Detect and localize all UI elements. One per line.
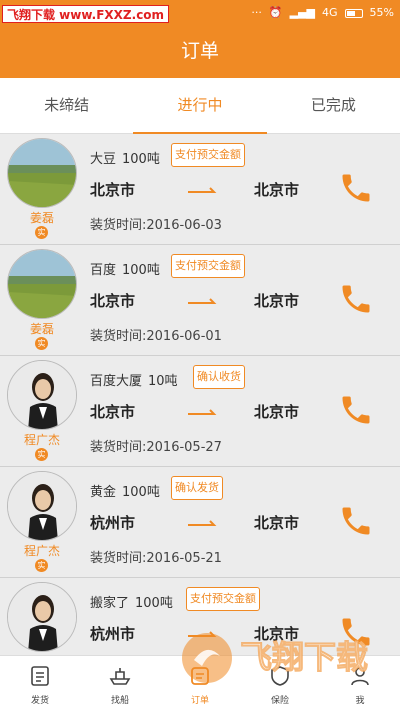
dots-icon: ··· bbox=[251, 6, 262, 19]
origin-city: 杭州市 bbox=[90, 514, 136, 532]
cargo-weight: 100吨 bbox=[122, 485, 160, 500]
arrow-icon bbox=[188, 631, 217, 637]
verified-badge: 实 bbox=[35, 448, 48, 461]
loading-date: 装货时间:2016-06-03 bbox=[90, 218, 222, 233]
order-icon bbox=[191, 667, 209, 685]
cargo-info: 百度大厦 10吨 bbox=[90, 370, 178, 389]
insurance-icon bbox=[271, 666, 289, 686]
origin-city: 杭州市 bbox=[90, 625, 136, 643]
cargo-weight: 100吨 bbox=[122, 152, 160, 167]
battery-level: 55% bbox=[369, 6, 394, 19]
verified-badge: 实 bbox=[35, 337, 48, 350]
action-button[interactable]: 确认发货 bbox=[171, 476, 223, 500]
nav-label: 保险 bbox=[270, 696, 289, 706]
owner-name: 姜磊 bbox=[29, 322, 54, 336]
order-card[interactable]: 程广杰 实 黄金 100吨 确认发货 杭州市 北京市 装货时间:2016-05-2… bbox=[0, 467, 400, 578]
cargo-info: 百度 100吨 bbox=[90, 259, 160, 278]
document-icon bbox=[31, 666, 49, 686]
watermark-badge: 飞翔下载 www.FXXZ.com bbox=[2, 5, 170, 23]
destination-city: 北京市 bbox=[254, 514, 300, 532]
bottom-nav: 发货 找船 订单 保险 我 bbox=[0, 655, 400, 709]
order-card[interactable]: 搬家了 100吨 支付预交金额 杭州市 北京市 bbox=[0, 578, 400, 655]
origin-city: 北京市 bbox=[90, 181, 136, 199]
nav-item-ship-goods[interactable]: 发货 bbox=[0, 656, 80, 709]
battery-icon bbox=[344, 8, 363, 18]
tab-in-progress[interactable]: 进行中 bbox=[133, 78, 267, 134]
order-card[interactable]: 姜磊 实 百度 100吨 支付预交金额 北京市 北京市 装货时间:2016-06-… bbox=[0, 245, 400, 356]
nav-item-orders[interactable]: 订单 bbox=[160, 656, 240, 709]
action-button[interactable]: 确认收货 bbox=[193, 365, 245, 389]
cargo-info: 大豆 100吨 bbox=[90, 148, 160, 167]
user-icon bbox=[351, 667, 369, 686]
tab-unconcluded[interactable]: 未缔结 bbox=[0, 78, 133, 133]
signal-icon: ▂▄▆ bbox=[289, 6, 316, 19]
avatar bbox=[7, 471, 77, 541]
nav-label: 我 bbox=[355, 696, 365, 706]
arrow-icon bbox=[188, 520, 217, 526]
origin-city: 北京市 bbox=[90, 403, 136, 421]
order-list[interactable]: 姜磊 实 大豆 100吨 支付预交金额 北京市 北京市 装货时间:2016-06-… bbox=[0, 134, 400, 655]
nav-item-insurance[interactable]: 保险 bbox=[240, 656, 320, 709]
nav-label: 订单 bbox=[190, 696, 209, 706]
action-button[interactable]: 支付预交金额 bbox=[171, 143, 245, 167]
cargo-info: 搬家了 100吨 bbox=[90, 592, 173, 611]
cargo-name: 搬家了 bbox=[90, 596, 130, 611]
avatar bbox=[7, 582, 77, 652]
cargo-info: 黄金 100吨 bbox=[90, 481, 160, 500]
cargo-name: 黄金 bbox=[90, 485, 117, 500]
cargo-name: 百度 bbox=[90, 263, 117, 278]
cargo-weight: 10吨 bbox=[148, 374, 178, 389]
verified-badge: 实 bbox=[35, 559, 48, 572]
page-title: 订单 bbox=[0, 26, 400, 78]
destination-city: 北京市 bbox=[254, 292, 300, 310]
action-button[interactable]: 支付预交金额 bbox=[171, 254, 245, 278]
avatar bbox=[7, 138, 77, 208]
owner-name: 程广杰 bbox=[23, 433, 60, 447]
cargo-weight: 100吨 bbox=[135, 596, 173, 611]
order-card[interactable]: 程广杰 实 百度大厦 10吨 确认收货 北京市 北京市 装货时间:2016-05-… bbox=[0, 356, 400, 467]
arrow-icon bbox=[188, 187, 217, 193]
arrow-icon bbox=[188, 298, 217, 304]
owner-name: 姜磊 bbox=[29, 211, 54, 225]
cargo-name: 百度大厦 bbox=[90, 374, 143, 389]
phone-icon[interactable] bbox=[338, 281, 374, 317]
avatar bbox=[7, 360, 77, 430]
loading-date: 装货时间:2016-05-21 bbox=[90, 551, 222, 566]
phone-icon[interactable] bbox=[338, 614, 374, 650]
destination-city: 北京市 bbox=[254, 403, 300, 421]
nav-label: 发货 bbox=[30, 696, 49, 706]
action-button[interactable]: 支付预交金额 bbox=[186, 587, 260, 611]
arrow-icon bbox=[188, 409, 217, 415]
avatar bbox=[7, 249, 77, 319]
loading-date: 装货时间:2016-06-01 bbox=[90, 329, 222, 344]
phone-icon[interactable] bbox=[338, 392, 374, 428]
tab-bar: 未缔结 进行中 已完成 bbox=[0, 78, 400, 134]
nav-item-find-ship[interactable]: 找船 bbox=[80, 656, 160, 709]
alarm-icon: ⏰ bbox=[268, 6, 283, 19]
nav-item-me[interactable]: 我 bbox=[320, 656, 400, 709]
network-label: 4G bbox=[322, 6, 338, 19]
phone-icon[interactable] bbox=[338, 503, 374, 539]
order-card[interactable]: 姜磊 实 大豆 100吨 支付预交金额 北京市 北京市 装货时间:2016-06-… bbox=[0, 134, 400, 245]
owner-name: 程广杰 bbox=[23, 544, 60, 558]
cargo-name: 大豆 bbox=[90, 152, 117, 167]
origin-city: 北京市 bbox=[90, 292, 136, 310]
verified-badge: 实 bbox=[35, 226, 48, 239]
status-bar: 飞翔下载 www.FXXZ.com ··· ⏰ ▂▄▆ 4G 55% bbox=[0, 0, 400, 26]
tab-completed[interactable]: 已完成 bbox=[267, 78, 400, 133]
nav-label: 找船 bbox=[110, 696, 129, 706]
ship-icon bbox=[109, 668, 131, 685]
status-indicators: ··· ⏰ ▂▄▆ 4G 55% bbox=[251, 5, 394, 21]
destination-city: 北京市 bbox=[254, 181, 300, 199]
cargo-weight: 100吨 bbox=[122, 263, 160, 278]
destination-city: 北京市 bbox=[254, 625, 300, 643]
phone-icon[interactable] bbox=[338, 170, 374, 206]
loading-date: 装货时间:2016-05-27 bbox=[90, 440, 222, 455]
